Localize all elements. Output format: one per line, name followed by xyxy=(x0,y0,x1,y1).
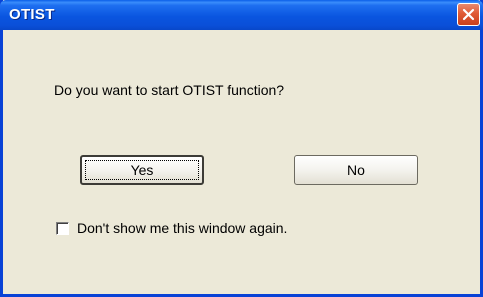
dont-show-again-checkbox[interactable] xyxy=(56,221,69,235)
focus-rectangle xyxy=(85,160,199,180)
close-x-icon xyxy=(462,8,475,21)
window-title: OTIST xyxy=(9,6,55,23)
dont-show-again-label[interactable]: Don't show me this window again. xyxy=(77,220,287,236)
dialog-message: Do you want to start OTIST function? xyxy=(54,82,285,98)
no-button[interactable]: No xyxy=(294,155,418,185)
title-bar[interactable]: OTIST xyxy=(0,0,483,30)
dialog-window: OTIST Do you want to start OTIST functio… xyxy=(0,0,483,297)
yes-button[interactable]: Yes xyxy=(80,155,204,185)
no-button-label: No xyxy=(347,162,365,178)
close-button[interactable] xyxy=(457,3,480,26)
dont-show-again-option[interactable]: Don't show me this window again. xyxy=(56,220,287,236)
